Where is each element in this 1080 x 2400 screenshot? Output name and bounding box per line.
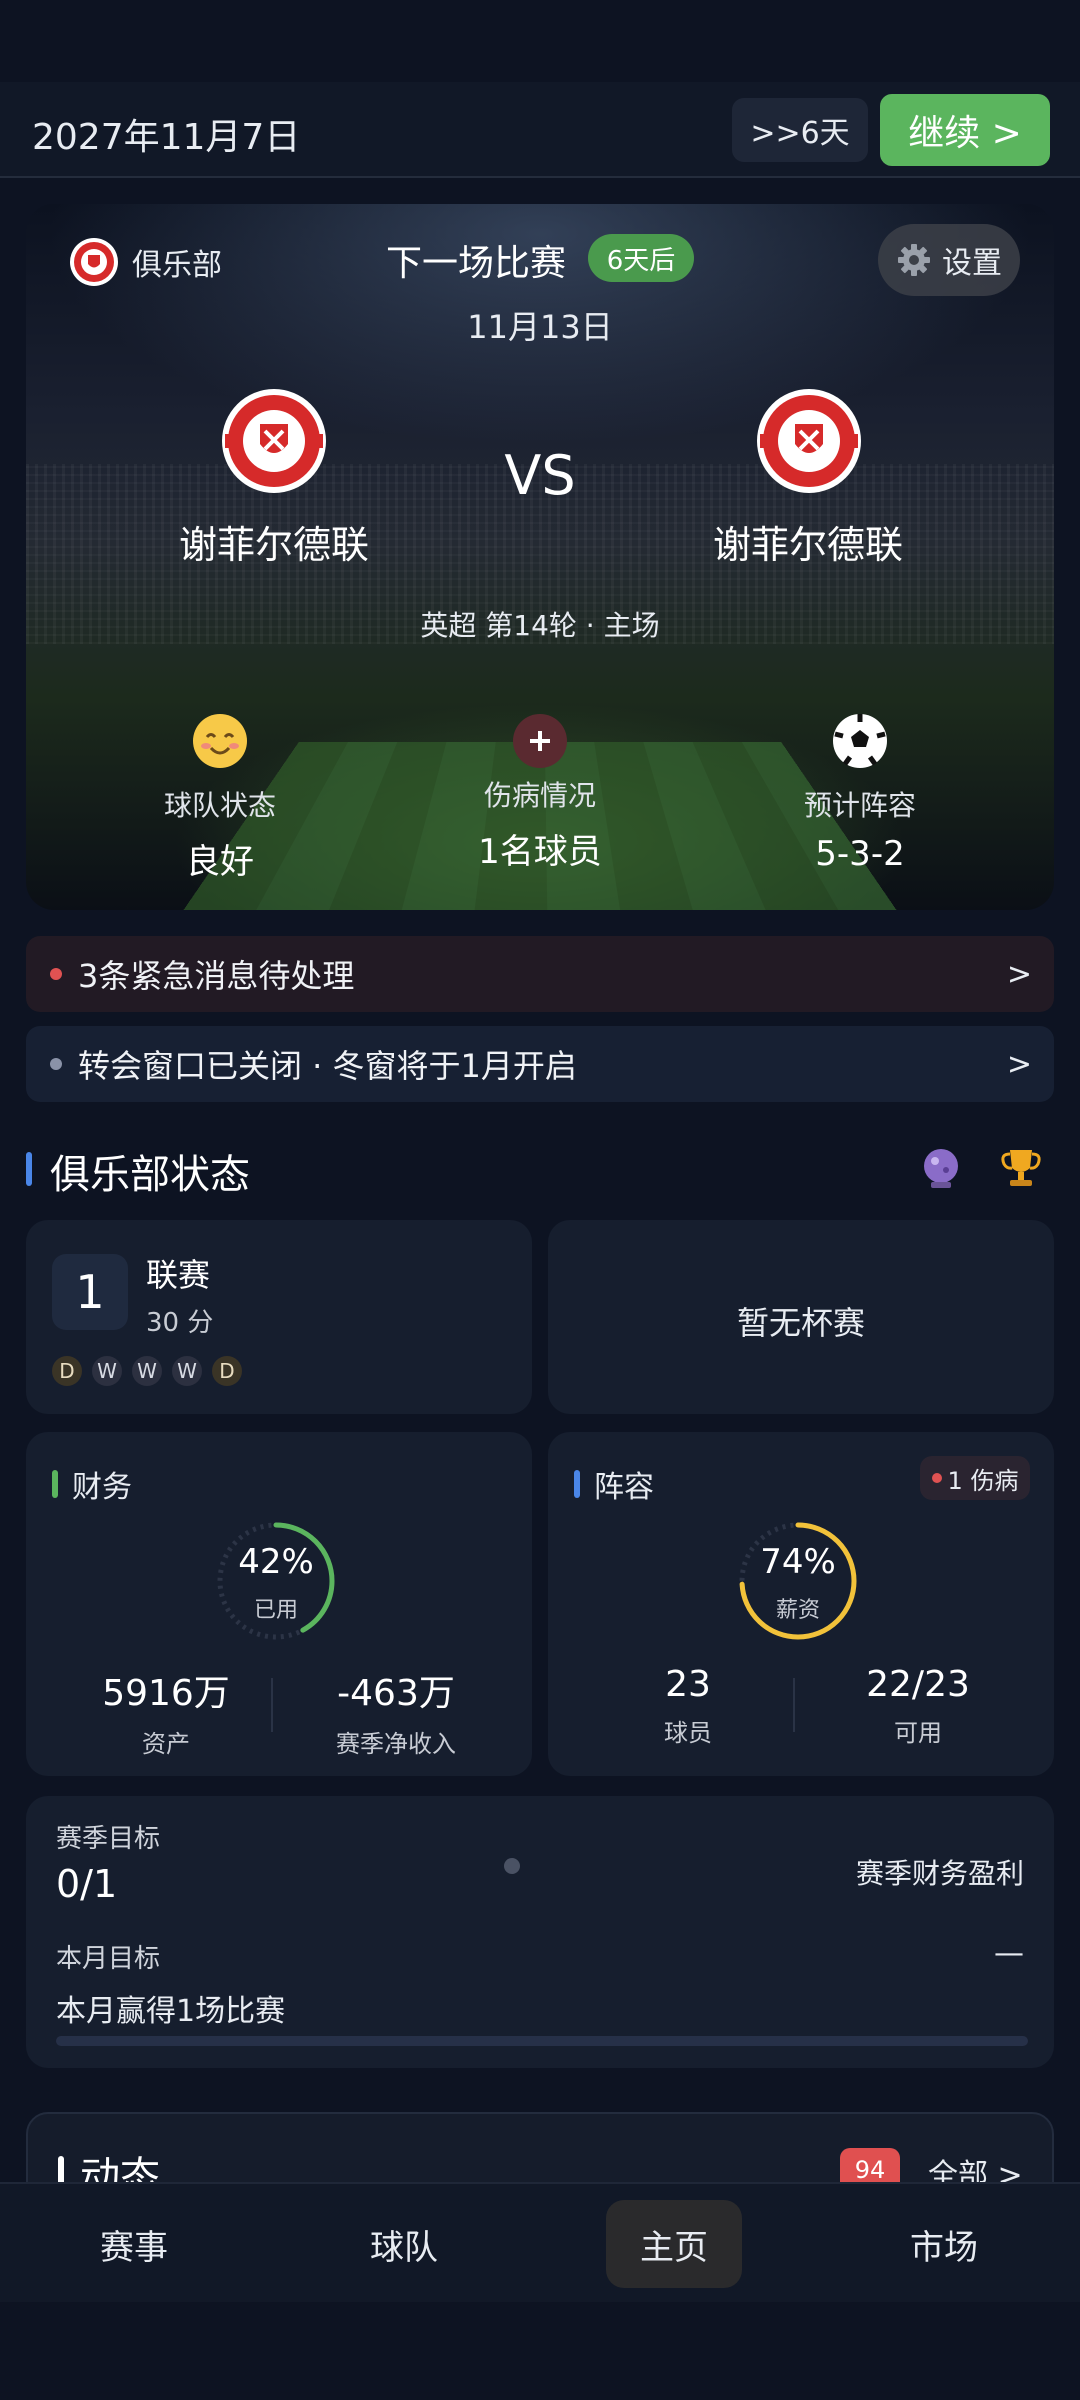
form-chip: W <box>92 1356 122 1386</box>
squad-card[interactable]: 阵容 1 伤病 74% 薪资 23 球员 22/23 可用 <box>548 1432 1054 1776</box>
league-points: 30 分 <box>146 1308 214 1338</box>
plus-icon <box>513 714 567 768</box>
team-status-value: 良好 <box>186 842 254 882</box>
match-date: 11月13日 <box>467 308 613 346</box>
urgent-messages-text: 3条紧急消息待处理 <box>78 957 355 995</box>
available-stat: 22/23 可用 <box>808 1664 1028 1748</box>
finance-title: 财务 <box>72 1470 132 1505</box>
skip-days-button[interactable]: >>6天 <box>732 98 868 162</box>
away-team-name[interactable]: 谢菲尔德联 <box>658 514 958 569</box>
competition-info: 英超 第14轮 · 主场 <box>420 609 660 642</box>
cup-status-text: 暂无杯赛 <box>736 1304 865 1342</box>
lineup-stat[interactable]: 预计阵容 5-3-2 <box>730 712 990 874</box>
transfer-window-text: 转会窗口已关闭 · 冬窗将于1月开启 <box>78 1047 577 1085</box>
urgent-dot-icon <box>50 968 62 980</box>
season-goal-text: 赛季财务盈利 <box>855 1857 1024 1890</box>
goals-card[interactable]: 赛季目标 0/1 赛季财务盈利 本月目标 — 本月赢得1场比赛 <box>26 1796 1054 2068</box>
finance-card[interactable]: 财务 42% 已用 5916万 资产 -463万 赛季净收入 <box>26 1432 532 1776</box>
injury-badge[interactable]: 1 伤病 <box>920 1456 1030 1500</box>
finance-ring-label: 已用 <box>253 1598 298 1623</box>
season-goal-label: 赛季目标 <box>56 1824 161 1854</box>
settings-button[interactable]: 设置 <box>878 224 1020 296</box>
finance-percent: 42% <box>238 1542 314 1582</box>
date-bar: 2027年11月7日 >>6天 继续 > <box>0 82 1080 178</box>
injury-label: 伤病情况 <box>483 779 596 812</box>
available-value: 22/23 <box>866 1664 970 1705</box>
current-date: 2027年11月7日 <box>32 117 301 158</box>
divider <box>793 1678 795 1732</box>
assets-value: 5916万 <box>102 1673 230 1714</box>
team-status-stat[interactable]: 球队状态 良好 <box>90 712 350 883</box>
urgent-messages-row[interactable]: 3条紧急消息待处理 > <box>26 936 1054 1012</box>
squad-ring-label: 薪资 <box>775 1598 820 1623</box>
section-accent-bar <box>26 1152 32 1186</box>
league-label: 联赛 <box>146 1256 211 1294</box>
net-income-value: -463万 <box>337 1673 455 1714</box>
available-label: 可用 <box>894 1719 942 1747</box>
recent-form: D W W W D <box>52 1356 242 1386</box>
settings-label: 设置 <box>942 246 1002 281</box>
goal-indicator-dot <box>504 1858 520 1874</box>
month-goal-text: 本月赢得1场比赛 <box>56 1994 286 2029</box>
crystal-ball-icon[interactable] <box>916 1142 966 1192</box>
club-crest-icon <box>70 238 118 286</box>
squad-accent-bar <box>574 1470 580 1498</box>
club-link[interactable]: 俱乐部 <box>68 236 222 288</box>
month-goal-label: 本月目标 <box>56 1944 161 1974</box>
next-match-card[interactable]: 俱乐部 下一场比赛 6天后 设置 11月13日 谢菲尔德联 VS 谢菲尔德联 英… <box>26 204 1054 910</box>
squad-title: 阵容 <box>594 1470 654 1505</box>
info-dot-icon <box>50 1058 62 1070</box>
smiley-icon <box>193 714 247 768</box>
nav-team[interactable]: 球队 <box>336 2200 472 2288</box>
lineup-value: 5-3-2 <box>815 834 905 874</box>
nav-market[interactable]: 市场 <box>876 2200 1012 2288</box>
team-status-label: 球队状态 <box>163 789 276 822</box>
players-value: 23 <box>665 1664 711 1705</box>
gear-icon <box>898 244 930 276</box>
month-goal-dash: — <box>994 1936 1024 1971</box>
club-status-title: 俱乐部状态 <box>50 1152 250 1198</box>
assets-label: 资产 <box>142 1730 190 1758</box>
lineup-label: 预计阵容 <box>803 789 916 822</box>
chevron-right-icon: > <box>1006 956 1032 992</box>
club-label: 俱乐部 <box>132 248 222 283</box>
finance-accent-bar <box>52 1470 58 1498</box>
system-gesture-area <box>0 2302 1080 2400</box>
soccer-ball-icon <box>833 714 887 768</box>
squad-ring: 74% 薪资 <box>733 1516 863 1646</box>
nav-matches[interactable]: 赛事 <box>66 2200 202 2288</box>
trophy-icon[interactable] <box>996 1142 1046 1192</box>
injury-value: 1名球员 <box>478 832 602 872</box>
cup-card[interactable]: 暂无杯赛 <box>548 1220 1054 1414</box>
vs-label: VS <box>504 444 576 507</box>
form-chip: W <box>172 1356 202 1386</box>
net-income-stat: -463万 赛季净收入 <box>286 1664 506 1759</box>
nav-home[interactable]: 主页 <box>606 2200 742 2288</box>
league-card[interactable]: 1 联赛 30 分 D W W W D <box>26 1220 532 1414</box>
injury-dot-icon <box>931 1473 942 1483</box>
injury-stat[interactable]: 伤病情况 1名球员 <box>410 712 670 873</box>
players-label: 球员 <box>664 1719 712 1747</box>
net-income-label: 赛季净收入 <box>336 1730 456 1758</box>
goal-progress-track <box>56 2036 1028 2046</box>
days-until-badge: 6天后 <box>588 234 694 282</box>
league-rank: 1 <box>52 1254 128 1330</box>
form-chip: D <box>52 1356 82 1386</box>
season-goal-value: 0/1 <box>56 1862 118 1906</box>
next-match-title: 下一场比赛 <box>386 243 567 284</box>
bottom-navigation: 赛事 球队 主页 市场 <box>0 2182 1080 2302</box>
continue-button[interactable]: 继续 > <box>880 94 1050 166</box>
form-chip: W <box>132 1356 162 1386</box>
transfer-window-row[interactable]: 转会窗口已关闭 · 冬窗将于1月开启 > <box>26 1026 1054 1102</box>
form-chip: D <box>212 1356 242 1386</box>
injury-badge-text: 1 伤病 <box>947 1466 1019 1495</box>
home-team-name[interactable]: 谢菲尔德联 <box>124 514 424 569</box>
finance-ring: 42% 已用 <box>211 1516 341 1646</box>
squad-percent: 74% <box>760 1542 836 1582</box>
divider <box>271 1678 273 1732</box>
chevron-right-icon: > <box>1006 1046 1032 1082</box>
players-stat: 23 球员 <box>578 1664 798 1748</box>
assets-stat: 5916万 资产 <box>56 1664 276 1759</box>
